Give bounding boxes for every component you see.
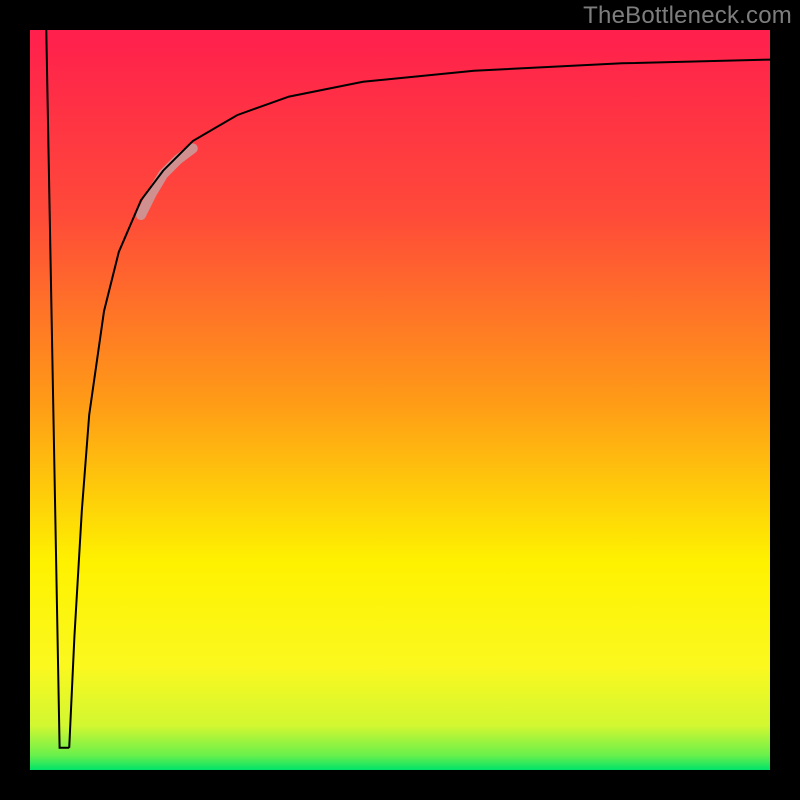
watermark-text: TheBottleneck.com (583, 2, 792, 30)
chart-container: TheBottleneck.com (0, 0, 800, 800)
chart-background-gradient (30, 30, 770, 770)
chart-svg (0, 0, 800, 800)
